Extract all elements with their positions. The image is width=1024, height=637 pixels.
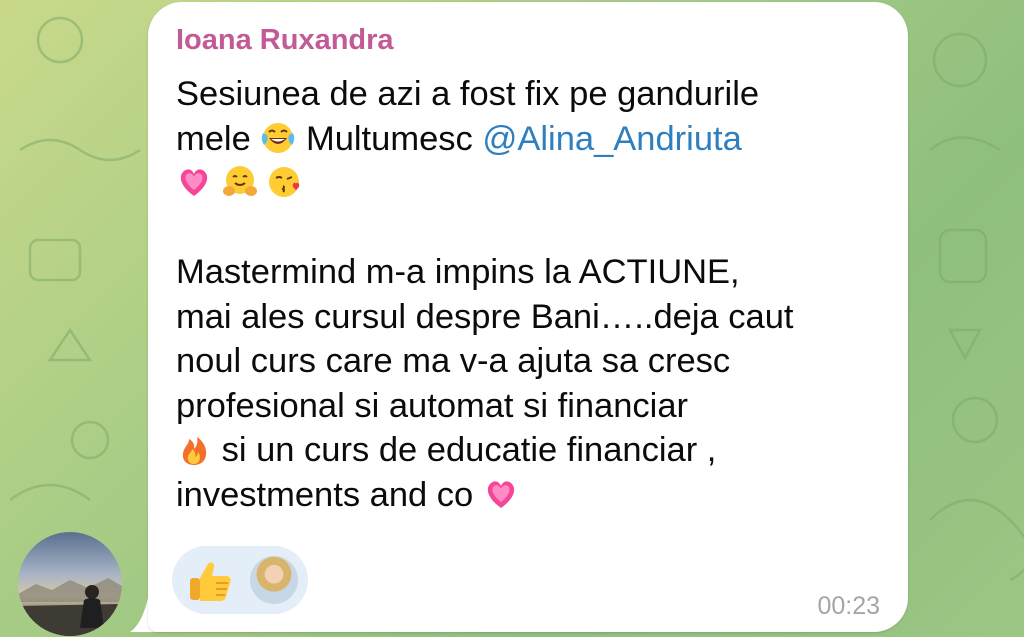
message-line: profesional si automat si financiar [176,386,689,425]
message-line: investments and co [176,473,892,518]
growing-heart-icon [483,476,519,512]
message-line: Mastermind m-a impins la ACTIUNE, [176,253,740,291]
hugging-face-icon [222,164,258,200]
message-timestamp: 00:23 [817,592,880,620]
message-text-segment: Multumesc [305,119,473,158]
face-blowing-kiss-icon [267,164,303,200]
message-line: si un curs de educatie financiar , [176,428,892,473]
fire-icon [176,431,212,467]
message-text-segment: si un curs de educatie financiar , [221,431,717,469]
emoji-line [176,161,892,206]
message-line: Sesiunea de azi a fost fix pe gandurile [176,75,760,113]
message-text: Sesiunea de azi a fost fix pe gandurile … [176,72,892,517]
sender-avatar[interactable] [18,532,122,636]
sender-name[interactable]: Ioana Ruxandra [176,24,394,57]
reaction-pill[interactable] [172,546,308,614]
face-with-tears-of-joy-icon [260,120,296,156]
growing-heart-icon [176,164,212,200]
message-text-segment: investments and co [176,475,474,514]
message-line: noul curs care ma v-a ajuta sa cresc [176,342,731,380]
reactor-avatar[interactable] [250,556,298,604]
message-bubble[interactable]: Ioana Ruxandra Sesiunea de azi a fost fi… [148,2,908,632]
message-text-segment: mele [176,119,251,158]
message-line: mai ales cursul despre Bani…..deja caut [176,297,794,336]
message-line: mele Multumesc @Alina_Andriuta [176,117,892,162]
thumbs-up-icon [186,558,234,604]
mention-link[interactable]: @Alina_Andriuta [482,120,741,158]
